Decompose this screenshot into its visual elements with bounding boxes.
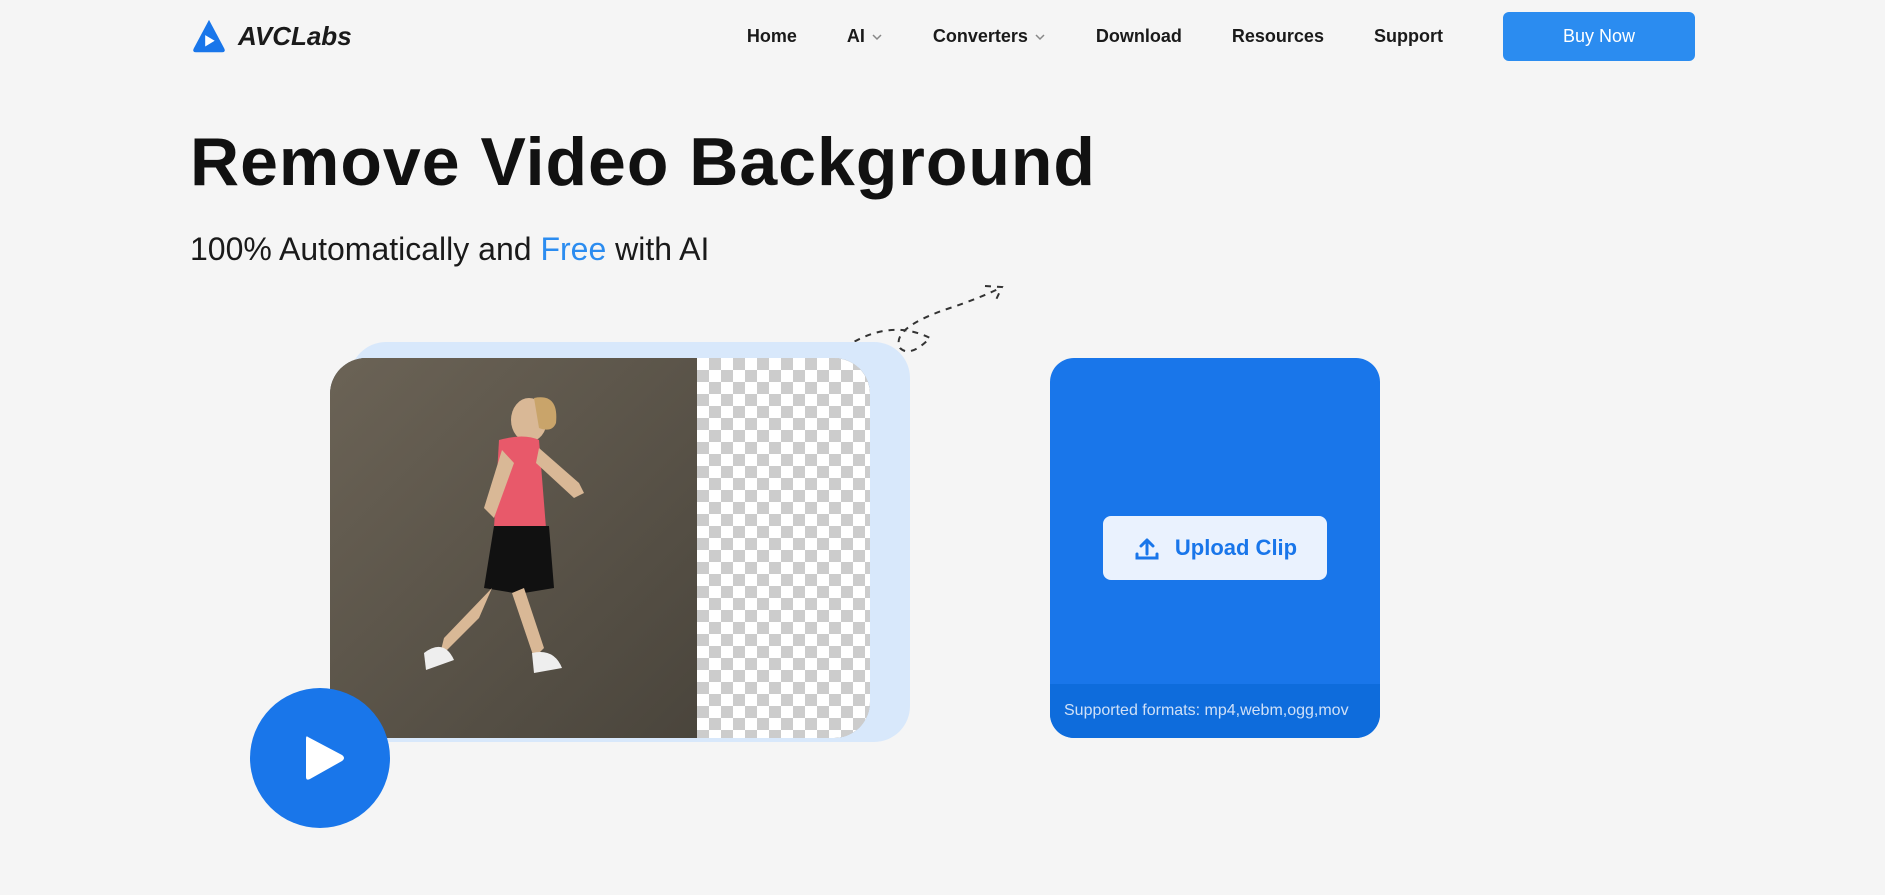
subtitle-part-1: 100% Automatically and [190, 231, 540, 267]
nav-home-label: Home [747, 26, 797, 47]
upload-button-label: Upload Clip [1175, 535, 1297, 561]
runner-figure [384, 378, 644, 718]
upload-icon [1133, 534, 1161, 562]
subtitle-free: Free [540, 231, 606, 267]
nav-ai-label: AI [847, 26, 865, 47]
page-title: Remove Video Background [190, 123, 1695, 201]
buy-now-button[interactable]: Buy Now [1503, 12, 1695, 61]
logo[interactable]: AVCLabs [190, 18, 352, 56]
nav-download-label: Download [1096, 26, 1182, 47]
upload-clip-button[interactable]: Upload Clip [1103, 516, 1327, 580]
subtitle-part-2: with AI [606, 231, 709, 267]
nav-support-label: Support [1374, 26, 1443, 47]
nav-resources-label: Resources [1232, 26, 1324, 47]
play-icon [298, 731, 352, 785]
preview-card [330, 358, 870, 738]
nav-ai[interactable]: AI [847, 26, 883, 47]
preview-transparent [697, 358, 870, 738]
nav-converters-label: Converters [933, 26, 1028, 47]
upload-card[interactable]: Upload Clip Supported formats: mp4,webm,… [1050, 358, 1380, 738]
logo-icon [190, 18, 228, 56]
preview-original [330, 358, 697, 738]
nav-home[interactable]: Home [747, 26, 797, 47]
supported-formats: Supported formats: mp4,webm,ogg,mov [1050, 684, 1380, 738]
logo-text: AVCLabs [238, 21, 352, 52]
chevron-down-icon [1034, 31, 1046, 43]
nav-converters[interactable]: Converters [933, 26, 1046, 47]
play-button[interactable] [250, 688, 390, 828]
nav-support[interactable]: Support [1374, 26, 1443, 47]
nav-resources[interactable]: Resources [1232, 26, 1324, 47]
page-subtitle: 100% Automatically and Free with AI [190, 231, 1695, 268]
chevron-down-icon [871, 31, 883, 43]
nav-download[interactable]: Download [1096, 26, 1182, 47]
